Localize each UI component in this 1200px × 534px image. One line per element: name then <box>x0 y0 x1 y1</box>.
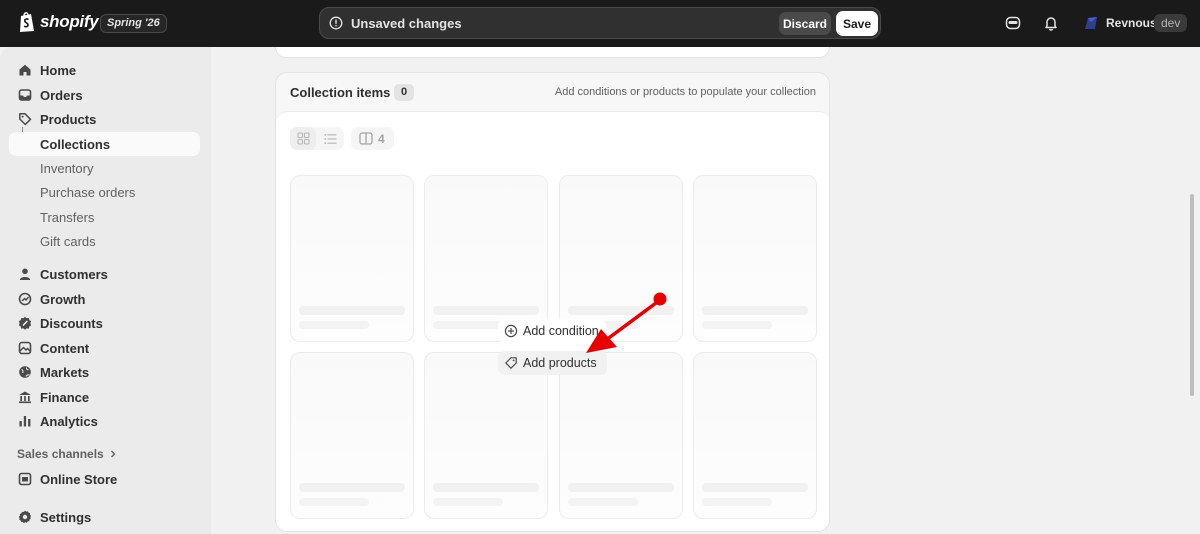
shopify-bag-icon <box>20 12 34 32</box>
sidebar-item-label: Online Store <box>40 471 118 487</box>
sidebar-item-collections[interactable]: Collections <box>9 132 200 156</box>
alert-circle-icon <box>329 16 343 30</box>
sidebar-item-settings[interactable]: Settings <box>9 505 200 529</box>
content-icon <box>17 340 33 356</box>
sidebar-item-label: Analytics <box>40 413 98 429</box>
grid-view-icon[interactable] <box>290 127 316 150</box>
add-condition-label: Add condition <box>523 324 599 338</box>
collection-items-grid-area: 4 Add condition Add products <box>276 111 829 531</box>
sidebar-item-home[interactable]: Home <box>9 58 200 82</box>
sidebar-item-customers[interactable]: Customers <box>9 262 200 286</box>
store-badge[interactable]: dev <box>1154 14 1188 32</box>
sidebar-item-label: Home <box>40 62 77 78</box>
sidebar-item-label: Discounts <box>40 315 103 331</box>
unsaved-changes-text: Unsaved changes <box>351 16 462 31</box>
top-bar: shopify Spring '26 Unsaved changes Disca… <box>0 0 1200 47</box>
sidebar-item-purchase-orders[interactable]: Purchase orders <box>40 183 135 203</box>
home-icon <box>17 62 33 78</box>
placeholder-tile <box>424 352 548 519</box>
sidebar-item-inventory[interactable]: Inventory <box>40 159 93 179</box>
globe-icon <box>17 364 33 380</box>
discard-button[interactable]: Discard <box>779 12 831 35</box>
placeholder-tile <box>693 175 817 342</box>
bank-icon <box>17 389 33 405</box>
plus-circle-icon <box>504 324 518 338</box>
add-products-label: Add products <box>523 356 597 370</box>
sidekick-icon[interactable] <box>1003 13 1023 33</box>
sidebar-item-label: Products <box>40 111 97 127</box>
add-condition-button[interactable]: Add condition <box>498 319 606 343</box>
storefront-icon <box>17 471 33 487</box>
logo-wordmark: shopify <box>40 12 99 31</box>
columns-icon <box>359 132 373 145</box>
sidebar-item-growth[interactable]: Growth <box>9 287 200 311</box>
add-products-button[interactable]: Add products <box>498 351 607 375</box>
placeholder-tile <box>424 175 548 342</box>
shopify-logo[interactable]: shopify <box>18 11 99 33</box>
tag-icon <box>504 356 518 370</box>
discount-icon <box>17 315 33 331</box>
tag-icon <box>17 111 33 127</box>
sidebar-item-label: Orders <box>40 87 83 103</box>
sidebar-item-products[interactable]: Products <box>9 107 200 131</box>
bell-icon <box>1045 17 1057 31</box>
unsaved-changes-bar: Unsaved changes Discard Save <box>319 7 881 39</box>
sidebar-item-label: Content <box>40 340 90 356</box>
gear-icon <box>17 509 33 525</box>
sidebar-item-orders[interactable]: Orders <box>9 83 200 107</box>
list-view-icon[interactable] <box>316 127 344 150</box>
placeholder-tile <box>290 175 414 342</box>
growth-icon <box>17 291 33 307</box>
edition-badge[interactable]: Spring '26 <box>100 14 167 33</box>
placeholder-tile <box>559 175 683 342</box>
sidebar-item-markets[interactable]: Markets <box>9 360 200 384</box>
user-name[interactable]: Revnous <box>1106 16 1157 30</box>
placeholder-tile <box>290 352 414 519</box>
placeholder-tile <box>559 352 683 519</box>
store-avatar-icon[interactable] <box>1082 14 1100 32</box>
sidebar-item-label: Finance <box>40 389 90 405</box>
inbox-icon <box>17 87 33 103</box>
columns-count: 4 <box>378 131 385 146</box>
previous-card-bottom <box>275 47 830 58</box>
columns-toggle[interactable]: 4 <box>351 127 394 150</box>
sales-channels-label: Sales channels <box>17 447 104 461</box>
collection-items-card: Collection items 0 Add conditions or pro… <box>275 72 830 532</box>
card-title: Collection items <box>290 85 391 100</box>
bar-chart-icon <box>17 413 33 429</box>
chevron-right-icon <box>110 450 116 458</box>
sidebar-item-label: Growth <box>40 291 86 307</box>
sidebar-item-online-store[interactable]: Online Store <box>9 467 200 491</box>
sidebar-item-label: Collections <box>40 136 111 152</box>
placeholder-tile <box>693 352 817 519</box>
view-mode-toggle[interactable] <box>290 127 344 150</box>
item-count-badge: 0 <box>394 84 414 101</box>
page-scrollbar[interactable] <box>1190 194 1194 396</box>
notifications-button[interactable] <box>1041 13 1061 33</box>
robot-face-icon <box>1005 16 1021 30</box>
sidebar-item-label: Markets <box>40 364 90 380</box>
card-hint-text: Add conditions or products to populate y… <box>554 86 816 98</box>
save-button[interactable]: Save <box>836 11 878 36</box>
sidebar-item-analytics[interactable]: Analytics <box>9 409 200 433</box>
sales-channels-header[interactable]: Sales channels <box>17 447 117 461</box>
person-icon <box>17 266 33 282</box>
sidebar-item-discounts[interactable]: Discounts <box>9 311 200 335</box>
sidebar-item-content[interactable]: Content <box>9 336 200 360</box>
sidebar-item-finance[interactable]: Finance <box>9 385 200 409</box>
sidebar-item-label: Settings <box>40 509 92 525</box>
sidebar-item-gift-cards[interactable]: Gift cards <box>40 232 96 252</box>
sidebar-item-label: Customers <box>40 266 108 282</box>
sidebar-item-transfers[interactable]: Transfers <box>40 208 94 228</box>
